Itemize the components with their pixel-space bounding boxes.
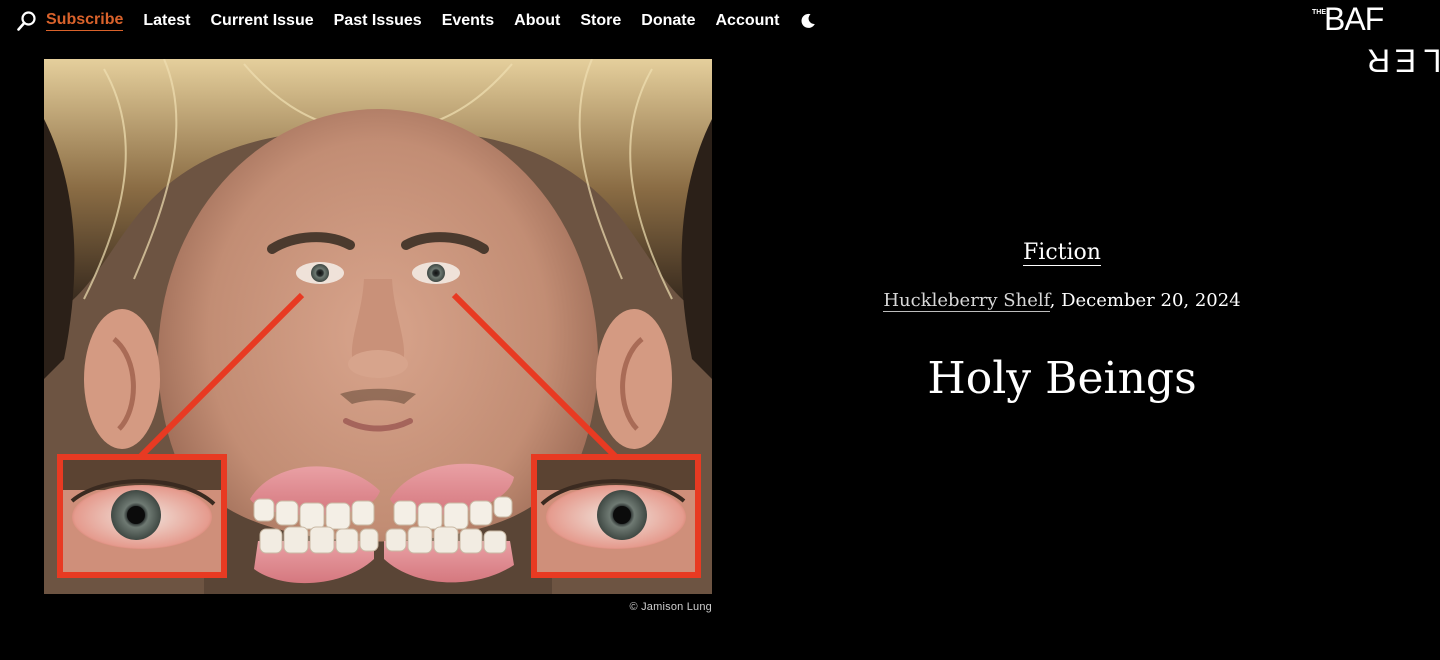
moon-icon[interactable] (800, 13, 816, 29)
logo-letter: L (1423, 42, 1440, 79)
top-nav: Subscribe Latest Current Issue Past Issu… (0, 0, 1300, 42)
site-logo[interactable]: THE BAF FLER (1312, 1, 1440, 116)
nav-account-link[interactable]: Account (716, 12, 780, 30)
article-title: Holy Beings (927, 353, 1197, 405)
nav-store-link[interactable]: Store (580, 12, 621, 30)
section-link[interactable]: Fiction (1023, 240, 1101, 267)
image-credit: © Jamison Lung (629, 601, 712, 613)
nav-current-issue-link[interactable]: Current Issue (210, 12, 313, 30)
logo-letter: R (1366, 42, 1391, 79)
article-header: Fiction Huckleberry Shelf, December 20, … (760, 240, 1364, 433)
nav-events-link[interactable]: Events (442, 12, 494, 30)
author-link[interactable]: Huckleberry Shelf (883, 290, 1050, 313)
search-icon[interactable] (16, 10, 38, 32)
nav-latest-link[interactable]: Latest (143, 12, 190, 30)
logo-baf-text: BAF (1324, 1, 1384, 37)
publish-date: , December 20, 2024 (1049, 290, 1241, 312)
logo-fler-text: FLER (1367, 6, 1440, 116)
nav-past-issues-link[interactable]: Past Issues (334, 12, 422, 30)
nav-subscribe-link[interactable]: Subscribe (46, 11, 124, 31)
nav-donate-link[interactable]: Donate (641, 12, 695, 30)
hero-illustration (44, 59, 712, 594)
nav-about-link[interactable]: About (514, 12, 560, 30)
logo-fler-letters: FLER (1365, 42, 1440, 79)
logo-the-text: THE (1312, 9, 1326, 16)
logo-letter: E (1394, 42, 1417, 79)
byline: Huckleberry Shelf, December 20, 2024 (760, 290, 1364, 313)
